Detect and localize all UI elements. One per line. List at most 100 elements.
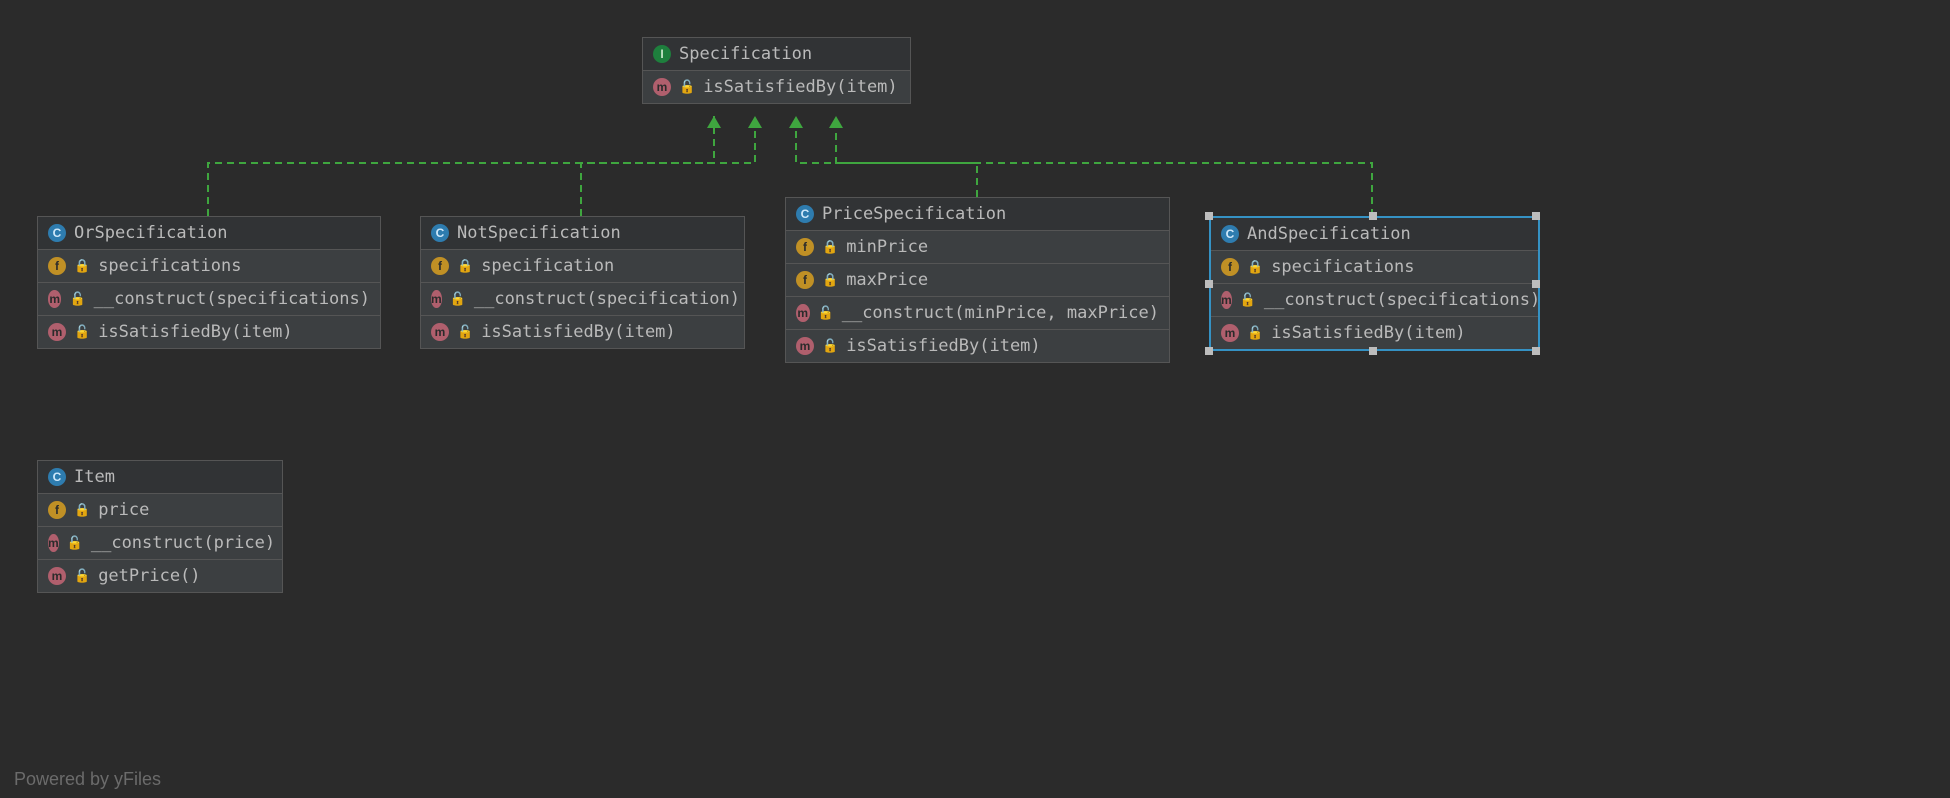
field-badge: f (796, 238, 814, 256)
member-text: isSatisfiedBy(item) (98, 322, 292, 342)
method-badge: m (48, 534, 59, 552)
visibility-icon: 🔓 (457, 325, 473, 340)
field-badge: f (48, 501, 66, 519)
visibility-icon: 🔓 (1240, 293, 1256, 308)
member-text: __construct(minPrice, maxPrice) (842, 303, 1159, 323)
member-text: isSatisfiedBy(item) (481, 322, 675, 342)
class-name: Item (74, 467, 115, 487)
visibility-icon: 🔒 (74, 259, 90, 274)
visibility-icon: 🔓 (1247, 326, 1263, 341)
class-badge: C (48, 224, 66, 242)
member-row: f 🔒 minPrice (786, 230, 1169, 263)
visibility-icon: 🔒 (822, 273, 838, 288)
method-badge: m (1221, 324, 1239, 342)
member-row: m 🔓 __construct(minPrice, maxPrice) (786, 296, 1169, 329)
member-text: specifications (98, 256, 241, 276)
class-name: NotSpecification (457, 223, 621, 243)
class-item[interactable]: CItemf🔒pricem🔓__construct(price)m🔓getPri… (37, 460, 283, 593)
visibility-icon: 🔓 (74, 569, 90, 584)
field-badge: f (796, 271, 814, 289)
member-row: f🔒specifications (1211, 250, 1538, 283)
member-row: m 🔓 isSatisfiedBy(item) (786, 329, 1169, 362)
member-text: __construct(specifications) (94, 289, 370, 309)
member-text: __construct(price) (91, 533, 275, 553)
class-header: C PriceSpecification (786, 198, 1169, 230)
selection-handle[interactable] (1532, 212, 1540, 220)
footer-credit: Powered by yFiles (14, 769, 161, 790)
method-badge: m (796, 304, 810, 322)
interface-badge: I (653, 45, 671, 63)
member-text: price (98, 500, 149, 520)
selection-handle[interactable] (1532, 280, 1540, 288)
visibility-icon: 🔓 (67, 536, 83, 551)
class-name: OrSpecification (74, 223, 228, 243)
inheritance-arrows (0, 0, 1950, 798)
class-not[interactable]: C NotSpecification f 🔒 specification m 🔓 __cons… (420, 216, 745, 349)
selection-handle[interactable] (1205, 280, 1213, 288)
member-text: isSatisfiedBy(item) (846, 336, 1040, 356)
field-badge: f (431, 257, 449, 275)
member-text: __construct(specification) (474, 289, 740, 309)
class-header: C OrSpecification (38, 217, 380, 249)
class-and[interactable]: CAndSpecificationf🔒specificationsm🔓__con… (1209, 216, 1540, 351)
member-row: m 🔓 isSatisfiedBy(item) (643, 70, 910, 103)
member-row: m 🔓 isSatisfiedBy(item) (1211, 316, 1538, 349)
visibility-icon: 🔒 (74, 503, 90, 518)
class-name: PriceSpecification (822, 204, 1006, 224)
selection-handle[interactable] (1369, 212, 1377, 220)
class-header: I Specification (643, 38, 910, 70)
class-header: C Item (38, 461, 282, 493)
visibility-icon: 🔒 (457, 259, 473, 274)
visibility-icon: 🔓 (679, 80, 695, 95)
class-name: Specification (679, 44, 812, 64)
visibility-icon: 🔓 (74, 325, 90, 340)
member-row: m 🔓 __construct(specifications) (1211, 283, 1538, 316)
member-row: m🔓isSatisfiedBy(item) (38, 315, 380, 348)
class-badge: C (48, 468, 66, 486)
member-row: f 🔒 specification (421, 249, 744, 282)
class-badge: C (796, 205, 814, 223)
field-badge: f (48, 257, 66, 275)
member-text: minPrice (846, 237, 928, 257)
member-row: m 🔓 isSatisfiedBy(item) (421, 315, 744, 348)
interface-specification[interactable]: I Specification m 🔓 isSatisfiedBy(item) (642, 37, 911, 104)
method-badge: m (653, 78, 671, 96)
class-header: C NotSpecification (421, 217, 744, 249)
member-row: f 🔒 specifications (38, 249, 380, 282)
visibility-icon: 🔓 (450, 292, 466, 307)
visibility-icon: 🔓 (818, 306, 834, 321)
method-badge: m (48, 567, 66, 585)
member-row: m 🔓 __construct(price) (38, 526, 282, 559)
method-badge: m (48, 290, 61, 308)
visibility-icon: 🔒 (1247, 260, 1263, 275)
member-text: __construct(specifications) (1264, 290, 1540, 310)
member-row: f 🔒 maxPrice (786, 263, 1169, 296)
member-row: m 🔓 __construct(specification) (421, 282, 744, 315)
member-text: getPrice() (98, 566, 200, 586)
member-text: maxPrice (846, 270, 928, 290)
class-or[interactable]: C OrSpecification f 🔒 specifications m 🔓 __cons… (37, 216, 381, 349)
method-badge: m (1221, 291, 1232, 309)
class-badge: C (1221, 225, 1239, 243)
method-badge: m (431, 290, 442, 308)
selection-handle[interactable] (1369, 347, 1377, 355)
member-text: isSatisfiedBy(item) (703, 77, 897, 97)
uml-canvas[interactable]: I Specification m 🔓 isSatisfiedBy(item) … (0, 0, 1950, 798)
field-badge: f (1221, 258, 1239, 276)
member-text: isSatisfiedBy(item) (1271, 323, 1465, 343)
member-row: f 🔒 price (38, 493, 282, 526)
member-row: m 🔓 getPrice() (38, 559, 282, 592)
selection-handle[interactable] (1205, 212, 1213, 220)
class-price[interactable]: C PriceSpecification f 🔒 minPrice f 🔒 maxPrice m… (785, 197, 1170, 363)
method-badge: m (796, 337, 814, 355)
visibility-icon: 🔓 (69, 292, 85, 307)
visibility-icon: 🔒 (822, 240, 838, 255)
class-header: C AndSpecification (1211, 218, 1538, 250)
class-name: AndSpecification (1247, 224, 1411, 244)
member-text: specification (481, 256, 614, 276)
class-badge: C (431, 224, 449, 242)
visibility-icon: 🔓 (822, 339, 838, 354)
method-badge: m (431, 323, 449, 341)
selection-handle[interactable] (1205, 347, 1213, 355)
selection-handle[interactable] (1532, 347, 1540, 355)
